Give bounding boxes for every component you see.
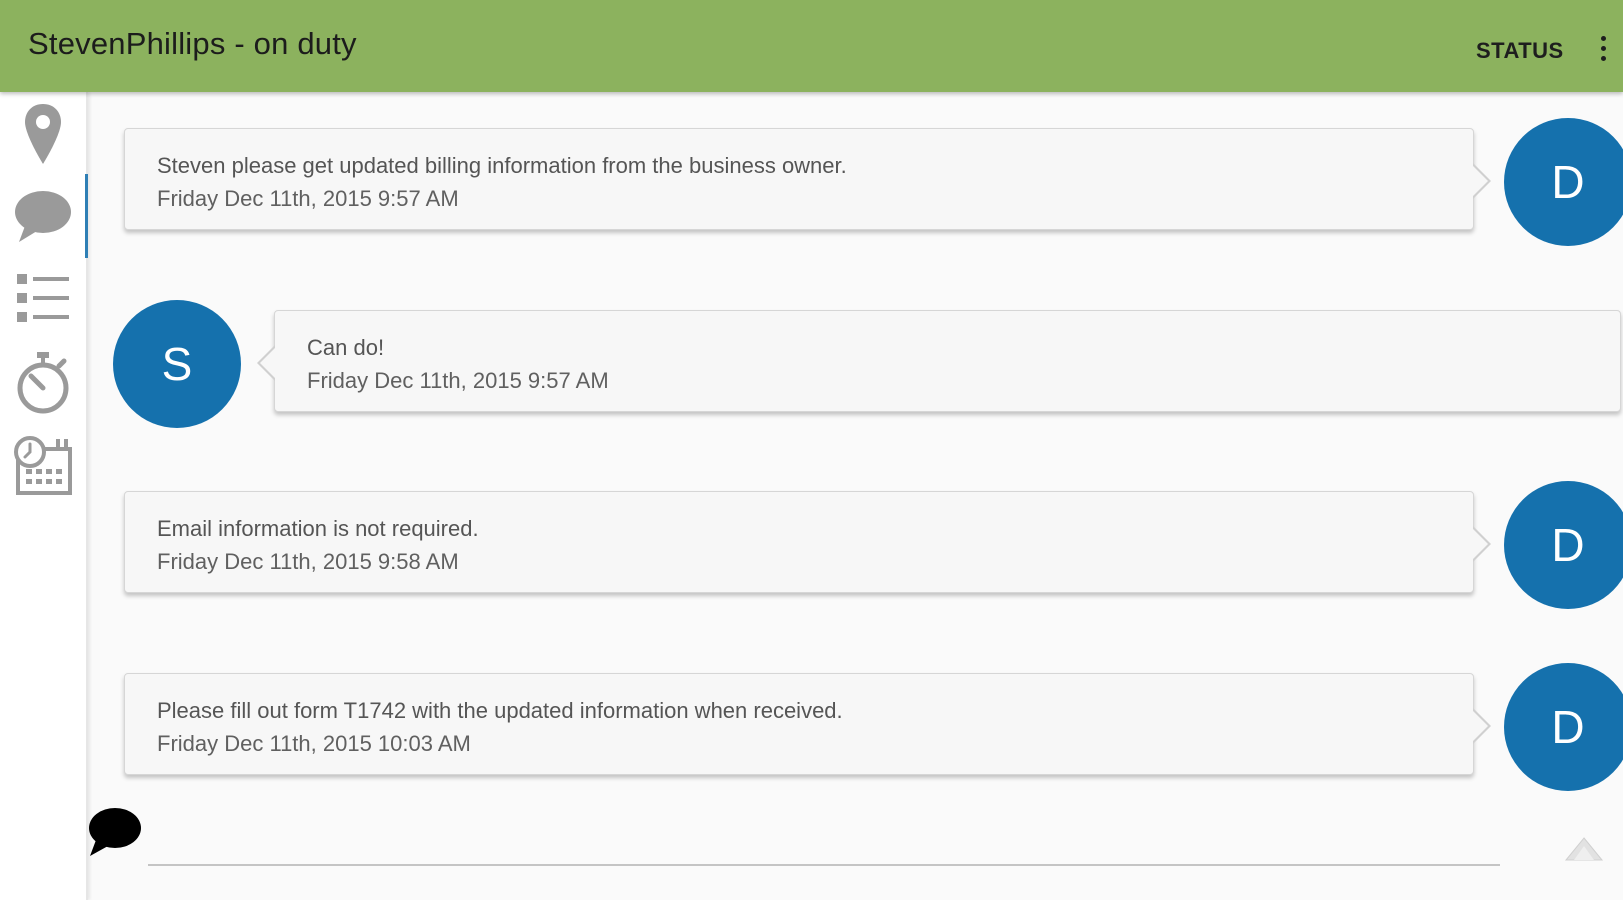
bubble-tail (1472, 163, 1491, 199)
status-button[interactable]: STATUS (1476, 38, 1564, 64)
message-text: Email information is not required. (157, 516, 479, 541)
message-timestamp: Friday Dec 11th, 2015 10:03 AM (157, 731, 471, 756)
message-text: Please fill out form T1742 with the upda… (157, 698, 843, 723)
sidebar-item-timer[interactable] (0, 340, 86, 424)
app-bar: StevenPhillips - on duty STATUS (0, 0, 1623, 92)
avatar: S (113, 300, 241, 428)
calendar-clock-icon (14, 436, 72, 495)
message-timestamp: Friday Dec 11th, 2015 9:57 AM (157, 186, 459, 211)
list-icon (17, 274, 69, 322)
more-vert-icon[interactable] (1596, 36, 1610, 66)
avatar: D (1504, 663, 1623, 791)
chat-bubble-icon (89, 808, 141, 856)
send-icon[interactable] (1562, 834, 1606, 864)
sidebar-item-schedule[interactable] (0, 424, 86, 508)
chat-bubble-icon (15, 191, 71, 242)
bubble-tail (1472, 526, 1491, 562)
bubble-tail (257, 345, 276, 381)
avatar: D (1504, 481, 1623, 609)
sidebar (0, 92, 88, 900)
message-text: Can do! (307, 335, 385, 360)
stopwatch-icon (17, 352, 69, 414)
sidebar-item-messages[interactable] (0, 174, 88, 258)
bubble-tail (1472, 708, 1491, 744)
messaging-app: StevenPhillips - on duty STATUS Steven p… (0, 0, 1623, 900)
page-title: StevenPhillips - on duty (28, 26, 357, 61)
message-bubble: Can do! Friday Dec 11th, 2015 9:57 AM (257, 310, 1621, 412)
sidebar-item-map[interactable] (0, 92, 86, 176)
message-text: Steven please get updated billing inform… (157, 153, 847, 178)
message-timestamp: Friday Dec 11th, 2015 9:57 AM (307, 368, 609, 393)
message-bubble: Steven please get updated billing inform… (124, 128, 1491, 230)
map-pin-icon (25, 104, 61, 164)
message-bubble: Please fill out form T1742 with the upda… (124, 673, 1491, 775)
message-bubble: Email information is not required. Frida… (124, 491, 1491, 593)
message-input[interactable] (148, 832, 1500, 866)
sidebar-item-tasks[interactable] (0, 256, 86, 340)
message-timestamp: Friday Dec 11th, 2015 9:58 AM (157, 549, 459, 574)
avatar: D (1504, 118, 1623, 246)
